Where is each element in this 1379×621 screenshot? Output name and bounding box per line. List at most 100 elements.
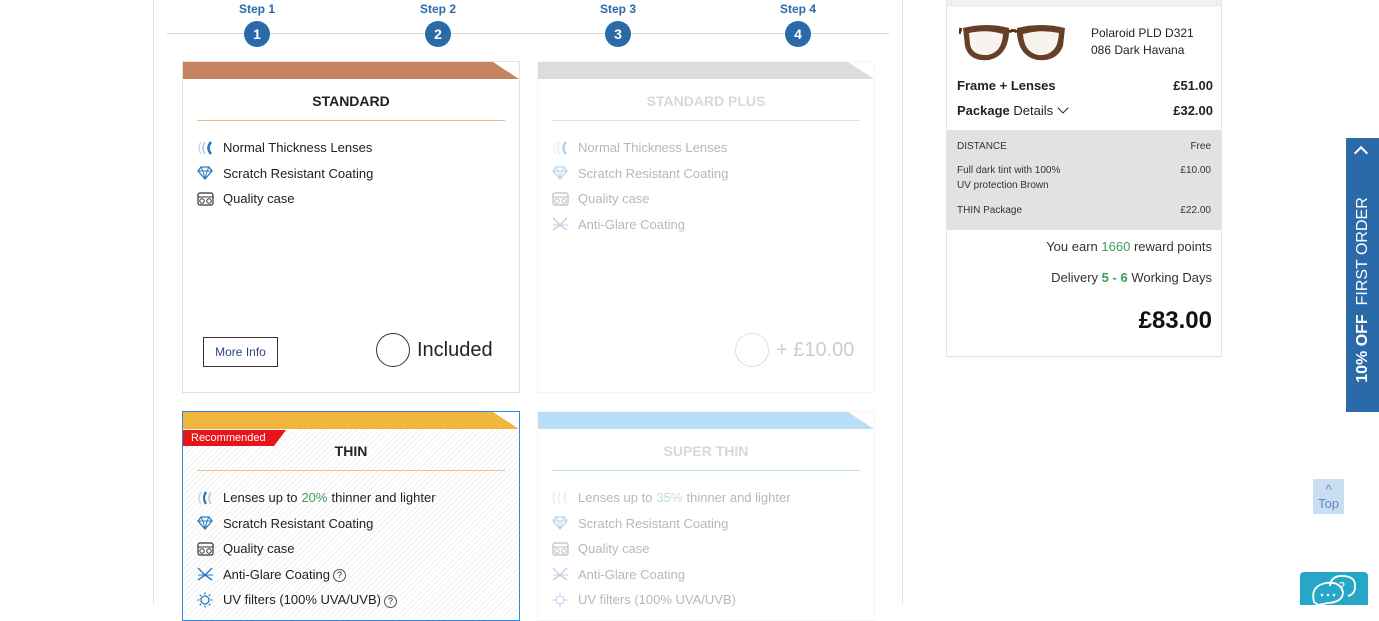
card-color-band — [538, 412, 874, 429]
package-card-super-thin[interactable]: SUPER THIN Lenses up to 35% thinner and … — [537, 411, 875, 621]
step-number: 2 — [425, 21, 451, 47]
chevron-down-icon[interactable] — [1057, 102, 1069, 114]
diamond-icon — [552, 516, 578, 531]
step-label: Step 2 — [419, 2, 456, 16]
chevron-left-icon[interactable] — [1353, 145, 1369, 161]
package-card-standard-plus[interactable]: STANDARD PLUS Normal Thickness Lenses Sc… — [537, 61, 875, 393]
help-icon[interactable]: ? — [332, 569, 346, 583]
diamond-icon — [552, 166, 578, 181]
product-name[interactable]: Polaroid PLD D321 086 Dark Havana — [1091, 25, 1194, 59]
reward-points: You earn 1660 reward points — [1046, 239, 1212, 254]
recommended-badge: Recommended — [183, 430, 286, 446]
more-info-button[interactable]: More Info — [203, 337, 278, 367]
step-label: Step 3 — [599, 2, 636, 16]
order-summary-panel: Polaroid PLD D321 086 Dark Havana Frame … — [946, 0, 1222, 357]
package-price: Included — [417, 339, 493, 361]
feature-item: UV filters (100% UVA/UVB) — [552, 587, 874, 613]
first-order-discount-tab[interactable]: 10% OFF FIRST ORDER — [1346, 138, 1379, 412]
chat-help-button[interactable]: ? — [1300, 572, 1368, 606]
diamond-icon — [197, 516, 223, 531]
feature-item: Quality case — [552, 186, 874, 212]
card-divider — [552, 120, 860, 121]
middle-border — [902, 0, 903, 605]
thinner-percent: 35% — [656, 490, 683, 506]
select-standard-plus-radio[interactable] — [735, 333, 769, 367]
step-number: 4 — [785, 21, 811, 47]
feature-item: Lenses up to 20% thinner and lighter — [197, 485, 519, 511]
diamond-icon — [197, 166, 223, 181]
feature-list: Normal Thickness Lenses Scratch Resistan… — [197, 135, 519, 212]
extra-item: Full dark tint with 100% UV protection Br… — [957, 165, 1211, 191]
svg-text:?: ? — [1339, 580, 1345, 594]
package-row[interactable]: Package Details £32.00 — [957, 102, 1213, 118]
feature-item: Quality case — [197, 186, 519, 212]
select-standard-radio[interactable] — [376, 333, 410, 367]
feature-item: Anti-Glare Coating — [552, 562, 874, 588]
glasses-case-icon — [197, 192, 223, 206]
step-label: Step 4 — [779, 2, 816, 16]
back-to-top-button[interactable]: ^ Top — [1313, 479, 1344, 514]
uv-filter-icon — [552, 592, 578, 608]
feature-item: Anti-Glare Coating ? — [197, 562, 519, 588]
card-color-band — [538, 62, 874, 79]
step-number: 3 — [605, 21, 631, 47]
card-title: STANDARD PLUS — [646, 93, 766, 109]
feature-item: Quality case — [197, 536, 519, 562]
anti-glare-icon — [552, 217, 578, 231]
card-title: STANDARD — [312, 93, 390, 109]
uv-filter-icon — [197, 592, 223, 608]
step-number: 1 — [244, 21, 270, 47]
glasses-frame-image — [959, 25, 1065, 61]
step-3[interactable]: Step 3 3 — [588, 2, 648, 47]
feature-item: Normal Thickness Lenses — [552, 135, 874, 161]
extra-item: DISTANCE Free — [957, 141, 1211, 152]
card-divider — [197, 120, 505, 121]
frame-lenses-row: Frame + Lenses £51.00 — [957, 78, 1213, 93]
left-border — [153, 0, 154, 605]
card-title: SUPER THIN — [663, 443, 749, 459]
package-extras-list: DISTANCE Free Full dark tint with 100% UV… — [947, 130, 1221, 230]
feature-item: Anti-Glare Coating — [552, 212, 874, 238]
package-price: + £10.00 — [776, 339, 855, 361]
step-2[interactable]: Step 2 2 — [408, 2, 468, 47]
step-label: Step 1 — [238, 2, 275, 16]
feature-list: Normal Thickness Lenses Scratch Resistan… — [552, 135, 874, 237]
thinner-percent: 20% — [301, 490, 328, 506]
package-card-standard[interactable]: STANDARD Normal Thickness Lenses Scratch… — [182, 61, 520, 393]
feature-item: Lenses up to 35% thinner and lighter — [552, 485, 874, 511]
card-divider — [552, 470, 860, 471]
step-4[interactable]: Step 4 4 — [768, 2, 828, 47]
card-divider — [197, 470, 505, 471]
package-card-thin[interactable]: Recommended THIN Lenses up to 20% thinne… — [182, 411, 520, 621]
feature-item: Normal Thickness Lenses — [197, 135, 519, 161]
lens-thickness-icon — [552, 140, 578, 155]
feature-item: UV filters (100% UVA/UVB) ? — [197, 587, 519, 613]
extra-item: THIN Package £22.00 — [957, 205, 1211, 216]
glasses-case-icon — [552, 192, 578, 206]
lens-thickness-icon — [197, 491, 223, 505]
feature-item: Scratch Resistant Coating — [552, 511, 874, 537]
card-color-band — [183, 62, 519, 79]
feature-list: Lenses up to 20% thinner and lighter Scr… — [197, 485, 519, 613]
feature-item: Scratch Resistant Coating — [197, 161, 519, 187]
chat-help-icon: ? — [1312, 575, 1356, 606]
order-total: £83.00 — [1138, 307, 1212, 334]
anti-glare-icon — [197, 567, 223, 581]
help-icon[interactable]: ? — [383, 594, 397, 608]
card-color-band — [183, 412, 519, 429]
anti-glare-icon — [552, 567, 578, 581]
step-1[interactable]: Step 1 1 — [227, 2, 287, 47]
lens-thickness-icon — [552, 491, 578, 505]
chevron-up-icon: ^ — [1325, 482, 1332, 497]
feature-item: Quality case — [552, 536, 874, 562]
delivery-estimate: Delivery 5 - 6 Working Days — [1051, 270, 1212, 285]
feature-list: Lenses up to 35% thinner and lighter Scr… — [552, 485, 874, 613]
feature-item: Scratch Resistant Coating — [197, 511, 519, 537]
summary-top-bar — [947, 0, 1221, 7]
feature-item: Scratch Resistant Coating — [552, 161, 874, 187]
offer-text: 10% OFF FIRST ORDER — [1353, 197, 1371, 383]
lens-thickness-icon — [197, 140, 223, 155]
package-details-toggle[interactable]: Details — [1013, 103, 1053, 118]
glasses-case-icon — [197, 542, 223, 556]
glasses-case-icon — [552, 542, 578, 556]
